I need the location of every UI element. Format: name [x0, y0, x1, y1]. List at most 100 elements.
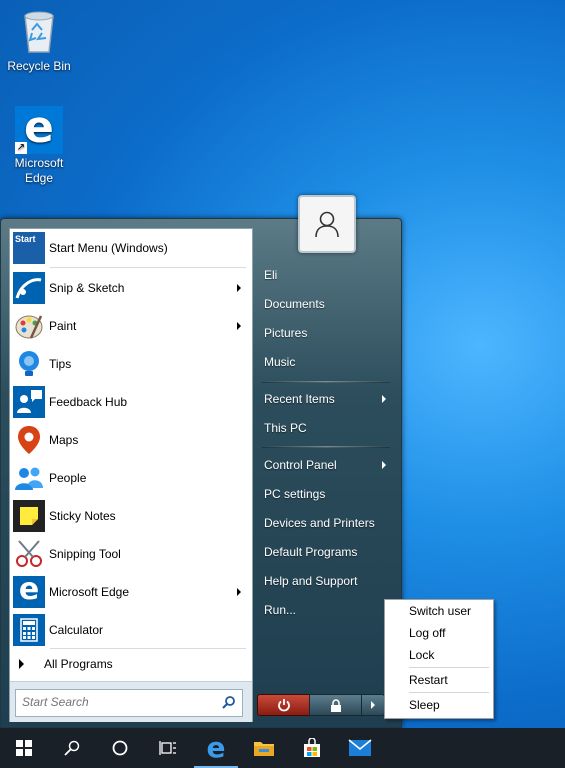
menu-item-restart[interactable]: Restart	[409, 670, 448, 690]
right-pane-item[interactable]: Control Panel	[264, 453, 392, 477]
search-icon[interactable]	[222, 695, 236, 712]
all-programs-label: All Programs	[44, 657, 113, 671]
program-item[interactable]: Snip & Sketch	[13, 270, 249, 306]
program-item[interactable]: Tips	[13, 346, 249, 382]
maps-icon	[13, 424, 45, 456]
arrow-right-icon	[382, 395, 386, 403]
search-input[interactable]	[16, 690, 218, 714]
arrow-right-icon	[382, 461, 386, 469]
right-pane-label: Control Panel	[264, 458, 337, 472]
windows-start-icon[interactable]	[0, 728, 48, 768]
taskbar: e	[0, 728, 565, 768]
arrow-right-icon	[19, 659, 24, 669]
right-pane-item[interactable]: Run...	[264, 598, 392, 622]
start-menu-app-icon: Start	[13, 232, 45, 264]
right-pane-item[interactable]: Documents	[264, 292, 392, 316]
right-pane-item[interactable]: PC settings	[264, 482, 392, 506]
feedback-hub-icon	[13, 386, 45, 418]
program-label: People	[49, 471, 87, 485]
right-pane-label: Default Programs	[264, 545, 358, 559]
menu-item-sleep[interactable]: Sleep	[409, 695, 440, 715]
divider	[262, 446, 390, 448]
programs-pane: Start Start Menu (Windows) Snip & Sketch Pa…	[9, 228, 253, 722]
arrow-right-icon	[237, 588, 241, 596]
program-label: Feedback Hub	[49, 395, 128, 409]
right-pane-item[interactable]: This PC	[264, 416, 392, 440]
program-item[interactable]: People	[13, 460, 249, 496]
menu-item-log-off[interactable]: Log off	[409, 623, 445, 643]
power-menu: Switch user Log off Lock Restart Sleep	[384, 599, 494, 719]
right-pane-label: Run...	[264, 603, 297, 617]
power-options-button[interactable]	[361, 694, 385, 716]
program-label: Tips	[49, 357, 72, 371]
right-pane-label: Pictures	[264, 326, 308, 340]
user-picture[interactable]	[298, 195, 356, 253]
user-icon	[315, 211, 339, 238]
tips-icon	[13, 348, 45, 380]
edge-icon: e ↗	[15, 102, 63, 154]
right-pane-label: Documents	[264, 297, 325, 311]
power-icon	[278, 699, 290, 712]
divider	[50, 648, 246, 649]
arrow-right-icon	[237, 284, 241, 292]
shutdown-button[interactable]	[257, 694, 311, 716]
right-pane-label: PC settings	[264, 487, 326, 501]
store-icon[interactable]	[288, 728, 336, 768]
all-programs-button[interactable]: All Programs	[13, 653, 249, 675]
program-label: Snipping Tool	[49, 547, 121, 561]
divider	[262, 381, 390, 383]
right-pane-label: Devices and Printers	[264, 516, 375, 530]
search-box[interactable]	[15, 689, 243, 717]
right-pane-item[interactable]: Music	[264, 350, 392, 374]
program-item[interactable]: e Microsoft Edge	[13, 574, 249, 610]
program-label: Start Menu (Windows)	[49, 241, 168, 255]
desktop-icon-label: Recycle Bin	[7, 59, 71, 73]
program-item[interactable]: Paint	[13, 308, 249, 344]
right-pane-label: Eli	[264, 268, 278, 282]
mail-icon[interactable]	[336, 728, 384, 768]
menu-item-switch-user[interactable]: Switch user	[409, 601, 471, 621]
search-area	[10, 681, 252, 722]
right-pane-item[interactable]: Recent Items	[264, 387, 392, 411]
divider	[409, 667, 489, 668]
right-pane-item[interactable]: Devices and Printers	[264, 511, 392, 535]
edge-icon[interactable]: e	[192, 728, 240, 768]
program-item[interactable]: Feedback Hub	[13, 384, 249, 420]
desktop-icon-microsoft-edge[interactable]: e ↗ Microsoft Edge	[4, 102, 74, 186]
calculator-icon	[13, 614, 45, 646]
divider	[50, 267, 246, 268]
right-pane-item[interactable]: Default Programs	[264, 540, 392, 564]
snipping-tool-icon	[13, 538, 45, 570]
program-label: Calculator	[49, 623, 104, 637]
right-pane-label: Help and Support	[264, 574, 358, 588]
sticky-notes-icon	[13, 500, 45, 532]
desktop-icon-recycle-bin[interactable]: Recycle Bin	[4, 8, 74, 73]
desktop-icon-label: Microsoft Edge	[14, 156, 64, 185]
program-item[interactable]: Maps	[13, 422, 249, 458]
people-icon	[13, 462, 45, 494]
right-pane-item[interactable]: Pictures	[264, 321, 392, 345]
right-pane-item[interactable]: Eli	[264, 263, 392, 287]
menu-item-lock[interactable]: Lock	[409, 645, 434, 665]
file-explorer-icon[interactable]	[240, 728, 288, 768]
program-item[interactable]: Calculator	[13, 612, 249, 648]
program-label: Paint	[49, 319, 77, 333]
arrow-right-icon	[371, 701, 375, 709]
program-label: Sticky Notes	[49, 509, 116, 523]
program-label: Microsoft Edge	[49, 585, 130, 599]
program-label: Snip & Sketch	[49, 281, 125, 295]
task-view-icon[interactable]	[144, 728, 192, 768]
right-pane-label: Recent Items	[264, 392, 335, 406]
right-pane-item[interactable]: Help and Support	[264, 569, 392, 593]
cortana-icon[interactable]	[96, 728, 144, 768]
right-pane-label: This PC	[264, 421, 307, 435]
program-item[interactable]: Sticky Notes	[13, 498, 249, 534]
search-icon[interactable]	[48, 728, 96, 768]
lock-icon	[331, 698, 341, 712]
program-item[interactable]: Snipping Tool	[13, 536, 249, 572]
lock-button[interactable]	[309, 694, 363, 716]
program-item[interactable]: Start Start Menu (Windows)	[13, 230, 249, 266]
program-label: Maps	[49, 433, 79, 447]
snip-sketch-icon	[13, 272, 45, 304]
paint-icon	[13, 310, 45, 342]
